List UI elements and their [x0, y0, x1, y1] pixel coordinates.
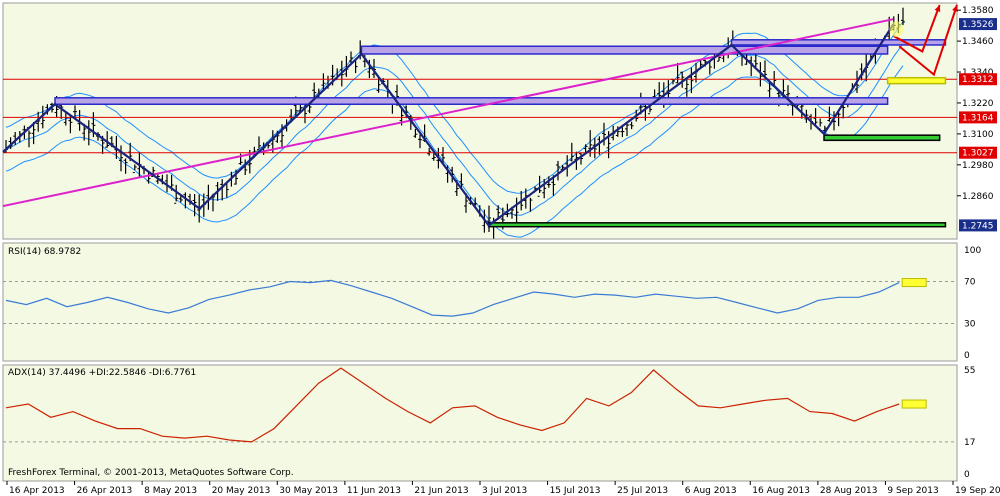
adx-marker [901, 399, 927, 409]
time-tick-label: 6 Aug 2013 [685, 486, 737, 496]
zone-rect [730, 39, 947, 46]
zone-rect [823, 134, 941, 142]
zone-rect [54, 97, 889, 105]
rsi-tick-label: 0 [964, 351, 970, 361]
rsi-marker [901, 278, 927, 288]
level-label: 1.3312 [962, 75, 994, 85]
copyright-text: FreshForex Terminal, © 2001-2013, MetaQu… [8, 468, 294, 478]
adx-tick-label: 55 [964, 366, 975, 376]
time-tick-label: 19 Sep 2013 [955, 486, 1000, 496]
level-label: 1.3164 [962, 113, 994, 123]
zone-rect [487, 222, 947, 228]
rsi-tick-label: 30 [964, 320, 976, 330]
time-tick-label: 16 Apr 2013 [9, 486, 65, 496]
time-tick-label: 8 May 2013 [144, 486, 197, 496]
chart-svg: 1.35801.34601.33401.32201.31001.29801.28… [0, 0, 1000, 496]
adx-tick-label: 17 [964, 438, 975, 448]
time-tick-label: 26 Apr 2013 [77, 486, 133, 496]
time-tick-label: 20 May 2013 [212, 486, 271, 496]
price-tick-label: 1.3460 [962, 37, 994, 47]
level-label: 1.2745 [962, 221, 994, 231]
highlight-marker [889, 21, 904, 38]
price-axis: 1.35801.34601.33401.32201.31001.29801.28… [957, 6, 997, 232]
zone-rect [886, 76, 947, 85]
price-tick-label: 1.2860 [962, 192, 994, 202]
price-tick-label: 1.3100 [962, 130, 994, 140]
chart-root: 1.3580 1.3460 1.3340 1.3220 1.3100 1.2980 1.28… [0, 0, 1000, 496]
time-tick-label: 30 May 2013 [279, 486, 338, 496]
time-tick-label: 25 Jul 2013 [617, 486, 668, 496]
adx-title: ADX(14) 37.4496 +DI:22.5846 -DI:6.7761 [8, 368, 196, 378]
time-tick-label: 9 Sep 2013 [887, 486, 938, 496]
zone-rect [360, 45, 889, 55]
adx-tick-label: 0 [964, 470, 970, 480]
adx-panel [2, 364, 958, 482]
time-tick-label: 15 Jul 2013 [550, 486, 601, 496]
level-label: 1.3027 [962, 149, 994, 159]
price-tick-label: 1.3220 [962, 99, 994, 109]
rsi-tick-label: 100 [964, 246, 981, 256]
level-label: 1.3526 [962, 20, 994, 30]
price-tick-label: 1.3580 [962, 6, 994, 16]
rsi-title: RSI(14) 68.9782 [8, 247, 81, 257]
price-panel [2, 2, 958, 240]
time-tick-label: 16 Aug 2013 [752, 486, 810, 496]
time-tick-label: 11 Jun 2013 [347, 486, 401, 496]
time-tick-label: 28 Aug 2013 [820, 486, 878, 496]
price-tick-label: 1.2980 [962, 161, 994, 171]
rsi-tick-label: 70 [964, 278, 976, 288]
time-tick-label: 21 Jun 2013 [414, 486, 468, 496]
time-tick-label: 3 Jul 2013 [482, 486, 527, 496]
